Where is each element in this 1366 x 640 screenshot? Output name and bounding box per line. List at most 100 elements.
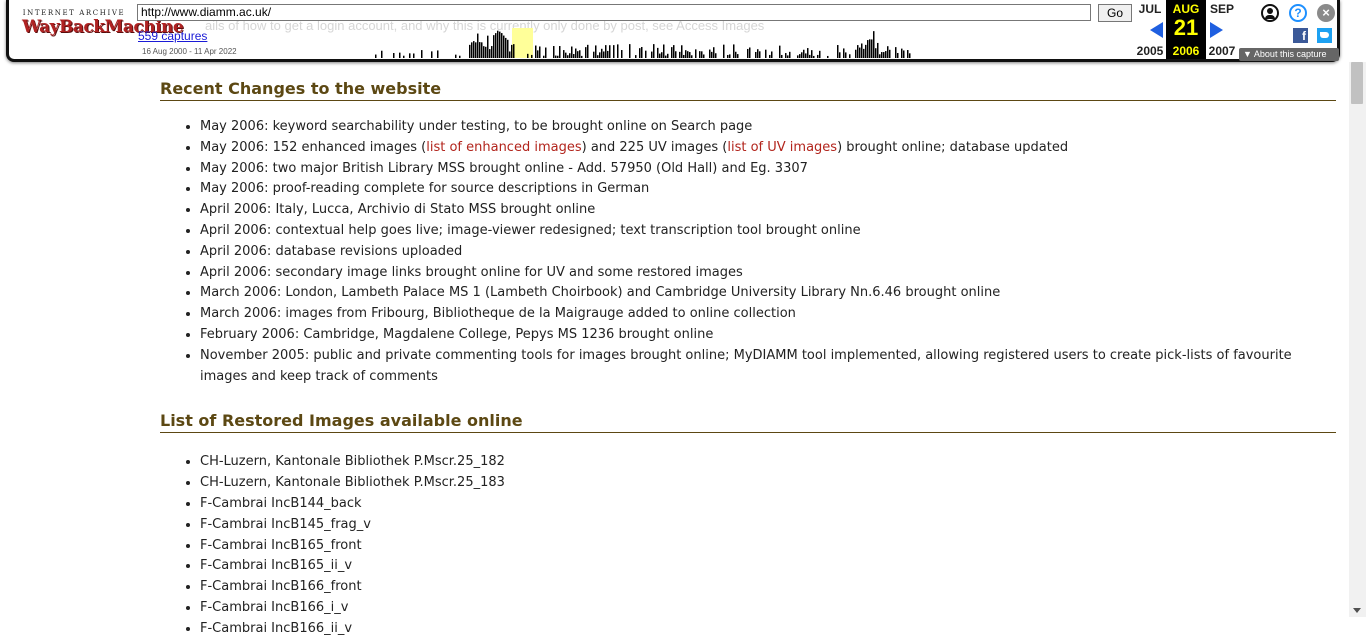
sparkline-bar <box>681 45 683 58</box>
sparkline-bar <box>787 55 789 58</box>
sparkline-bar <box>653 44 655 58</box>
sparkline-bar <box>907 50 909 58</box>
sparkline-bar <box>581 55 583 58</box>
sparkline-bar <box>881 52 883 58</box>
next-capture-arrow-icon[interactable] <box>1210 22 1223 38</box>
sparkline-bar <box>593 51 595 58</box>
sparkline-bar <box>749 47 751 58</box>
sparkline-bar <box>579 50 581 58</box>
sparkline-bar <box>797 55 799 58</box>
sparkline-bar <box>607 50 609 58</box>
sparkline-bar <box>503 35 505 58</box>
list-item: May 2006: keyword searchability under te… <box>200 117 1336 138</box>
wayback-logo[interactable]: INTERNET ARCHIVE WayBackMachine <box>22 9 184 36</box>
sparkline-bar <box>757 49 759 58</box>
sparkline-bar <box>659 53 661 58</box>
sparkline-bar <box>845 52 847 58</box>
restored-images-list: CH-Luzern, Kantonale Bibliothek P.Mscr.2… <box>160 452 1336 639</box>
sparkline-bar <box>859 47 861 58</box>
twitter-icon[interactable] <box>1317 28 1332 43</box>
current-month-label: AUG <box>1172 2 1200 16</box>
sparkline-bar <box>827 55 829 58</box>
prev-capture-arrow-icon[interactable] <box>1150 22 1163 38</box>
sparkline-bar <box>819 50 821 58</box>
list-item: April 2006: secondary image links brough… <box>200 263 1336 284</box>
help-icon[interactable]: ? <box>1289 4 1307 22</box>
captures-link[interactable]: 559 captures <box>138 29 207 43</box>
list-item-text: ) brought online; database updated <box>837 139 1069 155</box>
list-item: April 2006: contextual help goes live; i… <box>200 221 1336 242</box>
logo-top-text: INTERNET ARCHIVE <box>22 9 126 17</box>
facebook-icon[interactable]: f <box>1293 28 1308 43</box>
scrollbar-thumb[interactable] <box>1351 62 1363 104</box>
sparkline-bar <box>809 54 811 58</box>
sparkline-bar <box>799 54 801 58</box>
sparkline-bar <box>535 45 537 58</box>
current-month: AUG 21 2006 <box>1166 0 1206 59</box>
sparkline-bar <box>675 51 677 58</box>
list-item: F-Cambrai IncB144_back <box>200 494 1336 515</box>
sparkline-bar <box>875 48 877 58</box>
sparkline-bar <box>885 51 887 58</box>
sparkline-bar <box>473 41 475 58</box>
current-year-label: 2006 <box>1172 44 1200 58</box>
list-item: F-Cambrai IncB165_front <box>200 536 1336 557</box>
list-item: F-Cambrai IncB166_front <box>200 577 1336 598</box>
sparkline-bar <box>575 48 577 58</box>
sparkline-bar <box>557 55 559 58</box>
sparkline-bar <box>381 50 383 58</box>
sparkline-bar <box>687 51 689 58</box>
sparkline-bar <box>683 54 685 58</box>
current-day-label: 21 <box>1173 15 1199 40</box>
sparkline-bar <box>863 48 865 58</box>
sparkline-bar <box>857 45 859 58</box>
uv-images-link[interactable]: list of UV images <box>727 140 837 155</box>
sparkline-bar <box>573 54 575 58</box>
list-item: March 2006: London, Lambeth Palace MS 1 … <box>200 283 1336 304</box>
capture-sparkline[interactable] <box>369 28 919 58</box>
sparkline-bar <box>421 50 423 58</box>
list-item: April 2006: Italy, Lucca, Archivio di St… <box>200 200 1336 221</box>
wayback-toolbar: INTERNET ARCHIVE WayBackMachine ails of … <box>6 0 1340 62</box>
list-item-text: May 2006: 152 enhanced images ( <box>200 139 427 155</box>
sparkline-bar <box>903 50 905 58</box>
sparkline-bar <box>727 54 729 58</box>
sparkline-bar <box>873 31 875 58</box>
list-item: CH-Luzern, Kantonale Bibliothek P.Mscr.2… <box>200 473 1336 494</box>
sparkline-bar <box>491 46 493 58</box>
sparkline-bar <box>513 44 515 58</box>
sparkline-bar <box>679 51 681 58</box>
sparkline-bar <box>569 53 571 58</box>
about-capture-button[interactable]: ▼ About this capture <box>1239 48 1339 61</box>
sparkline-bar <box>701 51 703 58</box>
sparkline-bar <box>483 46 485 58</box>
sparkline-bar <box>501 33 503 58</box>
sparkline-bar <box>437 50 439 58</box>
scroll-down-arrow-icon[interactable] <box>1353 608 1361 613</box>
sparkline-bar <box>703 54 705 58</box>
prev-month[interactable]: JUL 2005 <box>1130 0 1170 58</box>
go-button[interactable]: Go <box>1098 4 1132 22</box>
sparkline-bar <box>759 51 761 58</box>
sparkline-bar <box>613 45 615 58</box>
sparkline-bar <box>585 47 587 58</box>
sparkline-bar <box>511 44 513 58</box>
page-scrollbar[interactable] <box>1349 62 1366 617</box>
sparkline-bar <box>663 44 665 58</box>
list-item: F-Cambrai IncB145_frag_v <box>200 515 1336 536</box>
list-item: F-Cambrai IncB166_i_v <box>200 598 1336 619</box>
sparkline-bar <box>889 49 891 58</box>
sparkline-bar <box>539 46 541 58</box>
sparkline-bar <box>723 44 725 58</box>
about-capture-label: About this capture <box>1253 49 1327 59</box>
user-account-icon[interactable] <box>1261 4 1279 22</box>
sparkline-bar <box>665 55 667 58</box>
sparkline-bar <box>485 46 487 58</box>
sparkline-bar <box>481 42 483 58</box>
next-month[interactable]: SEP 2007 <box>1202 0 1242 58</box>
sparkline-bar <box>849 54 851 58</box>
url-input[interactable]: http://www.diamm.ac.uk/ <box>137 4 1091 21</box>
close-toolbar-icon[interactable]: × <box>1317 4 1335 22</box>
enhanced-images-link[interactable]: list of enhanced images <box>426 140 581 155</box>
sparkline-bar <box>901 48 903 58</box>
